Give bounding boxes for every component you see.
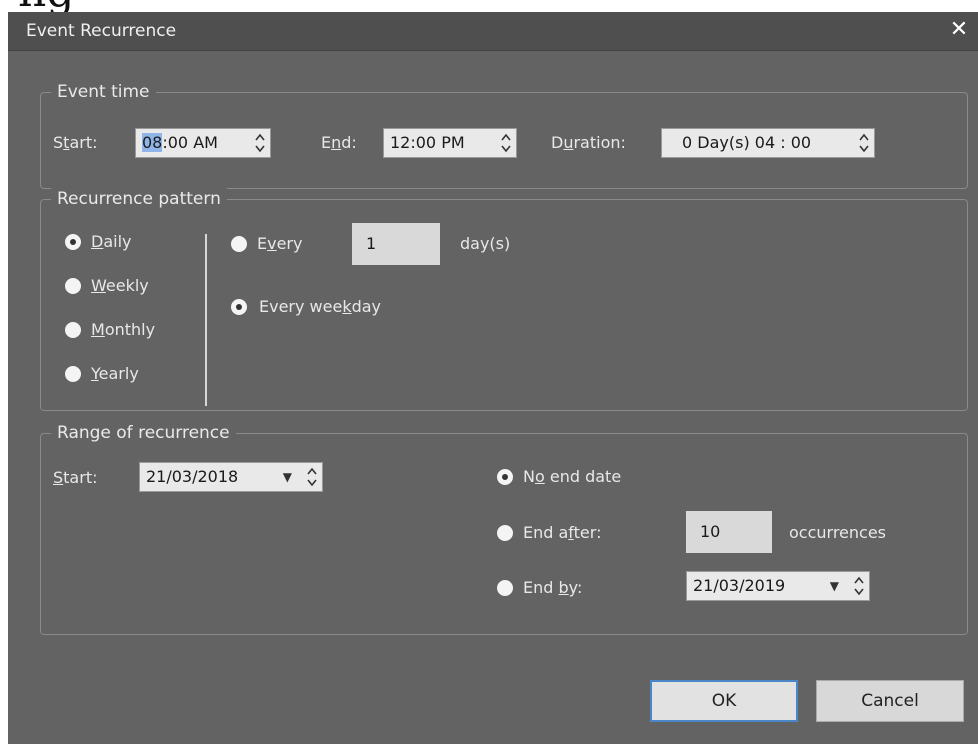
end-time-field[interactable]: 12:00 PM — [383, 128, 517, 158]
every-days-input[interactable]: 1 — [352, 223, 440, 265]
no-end-date-label: No end date — [523, 467, 622, 486]
start-time-field[interactable]: 08:00 AM — [135, 128, 271, 158]
ok-button[interactable]: OK — [650, 680, 798, 722]
range-start-date-field[interactable]: 21/03/2018 ▼ — [139, 462, 323, 492]
end-by-radio[interactable] — [497, 580, 513, 596]
every-radio[interactable] — [231, 236, 247, 252]
end-after-occurrences-input[interactable]: 10 — [686, 511, 772, 553]
end-by-date-field[interactable]: 21/03/2019 ▼ — [686, 571, 870, 601]
duration-label: Duration: — [551, 133, 626, 152]
background-strip — [0, 0, 8, 744]
every-weekday-radio[interactable] — [231, 299, 247, 315]
end-after-radio[interactable] — [497, 525, 513, 541]
end-by-label: End by: — [523, 578, 583, 597]
range-start-label: Start: — [53, 468, 98, 487]
monthly-label: Monthly — [91, 320, 156, 339]
duration-field[interactable]: 0 Day(s) 04 : 00 — [661, 128, 875, 158]
end-after-label: End after: — [523, 523, 602, 542]
pattern-separator — [205, 234, 207, 406]
end-time-label: End: — [321, 133, 357, 152]
end-by-dropdown-icon[interactable]: ▼ — [830, 572, 839, 600]
no-end-date-radio[interactable] — [497, 469, 513, 485]
daily-label: Daily — [91, 232, 132, 251]
event-recurrence-dialog: Event Recurrence ✕ Event time Start: 08:… — [8, 12, 978, 744]
event-time-group: Event time Start: 08:00 AM End: 12:00 PM… — [40, 81, 968, 189]
start-time-label: Start: — [53, 133, 98, 152]
yearly-label: Yearly — [91, 364, 139, 383]
cancel-button[interactable]: Cancel — [816, 680, 964, 722]
every-label: Every — [257, 234, 303, 253]
event-time-legend: Event time — [51, 81, 156, 103]
recurrence-pattern-legend: Recurrence pattern — [51, 188, 227, 210]
range-start-dropdown-icon[interactable]: ▼ — [283, 463, 292, 491]
duration-spinner-icon[interactable] — [858, 132, 870, 154]
occurrences-label: occurrences — [789, 523, 887, 542]
range-of-recurrence-group: Range of recurrence Start: 21/03/2018 ▼ … — [40, 422, 968, 635]
end-time-spinner-icon[interactable] — [500, 132, 512, 154]
window-title: Event Recurrence — [26, 21, 177, 41]
range-start-spinner-icon[interactable] — [306, 466, 318, 488]
range-legend: Range of recurrence — [51, 422, 236, 444]
start-hour-selection: 08 — [142, 133, 163, 152]
close-icon[interactable]: ✕ — [946, 16, 972, 44]
title-bar: Event Recurrence ✕ — [8, 12, 978, 51]
start-time-spinner-icon[interactable] — [254, 132, 266, 154]
yearly-radio[interactable] — [65, 366, 81, 382]
weekly-label: Weekly — [91, 276, 149, 295]
weekly-radio[interactable] — [65, 278, 81, 294]
recurrence-pattern-group: Recurrence pattern Daily Weekly Monthly … — [40, 188, 968, 411]
daily-radio[interactable] — [65, 234, 81, 250]
monthly-radio[interactable] — [65, 322, 81, 338]
every-weekday-label: Every weekday — [259, 297, 382, 316]
end-by-spinner-icon[interactable] — [853, 575, 865, 597]
days-unit-label: day(s) — [460, 234, 511, 253]
